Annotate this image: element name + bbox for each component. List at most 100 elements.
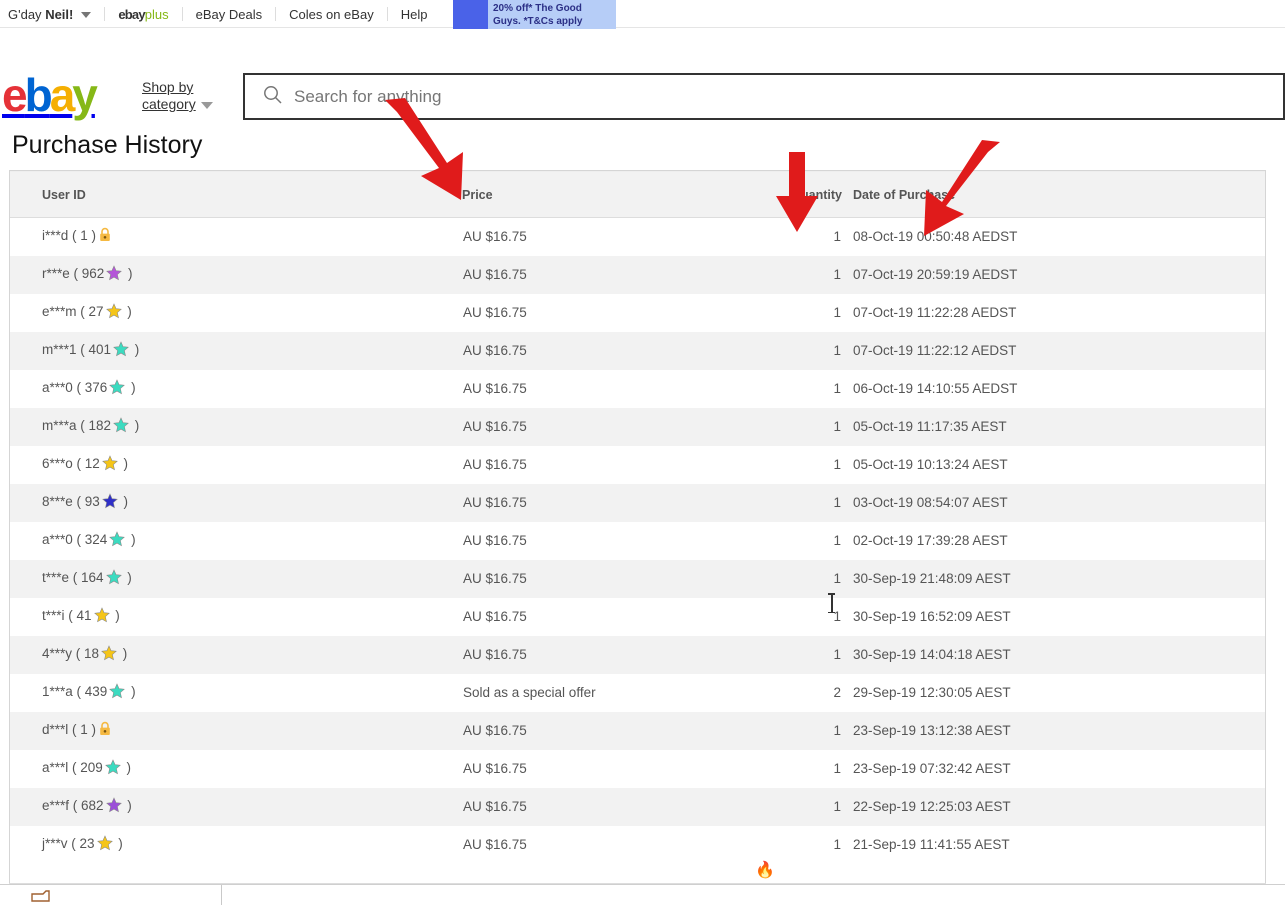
column-header-user-id[interactable]: User ID <box>10 171 462 218</box>
user-id-suffix: ) <box>127 684 136 699</box>
table-row[interactable]: a***0 ( 324 ) AU $16.75 1 02-Oct-19 17:39:2… <box>10 521 1265 560</box>
table-row[interactable]: 8***e ( 93 ) AU $16.75 1 03-Oct-19 08:54:07… <box>10 483 1265 522</box>
user-id-label: d***l ( 1 ) <box>42 722 97 737</box>
column-header-date-of-purchase[interactable]: Date of Purchase <box>842 171 1265 218</box>
cell-price: AU $16.75 <box>462 217 756 256</box>
feedback-star-icon <box>104 759 121 778</box>
cell-user-id[interactable]: a***l ( 209 ) <box>10 749 462 788</box>
user-id-label: 4***y ( 18 <box>42 646 100 661</box>
table-row[interactable]: m***1 ( 401 ) AU $16.75 1 07-Oct-19 11:22:1… <box>10 331 1265 370</box>
ebay-logo[interactable]: ebay <box>2 72 98 118</box>
lock-icon <box>98 227 112 246</box>
nav-link-ebay-plus[interactable]: ebayplus <box>118 7 168 22</box>
cell-user-id[interactable]: t***e ( 164 ) <box>10 559 462 598</box>
table-row[interactable]: 6***o ( 12 ) AU $16.75 1 05-Oct-19 10:13:24… <box>10 445 1265 484</box>
cell-user-id[interactable]: 8***e ( 93 ) <box>10 483 462 522</box>
cell-price: AU $16.75 <box>462 787 756 826</box>
chevron-down-icon <box>200 101 213 109</box>
cell-date-of-purchase: 07-Oct-19 20:59:19 AEDST <box>842 255 1265 294</box>
cell-quantity: 1 <box>756 331 842 370</box>
cell-date-of-purchase: 23-Sep-19 13:12:38 AEST <box>842 711 1265 750</box>
cell-user-id[interactable]: a***0 ( 324 ) <box>10 521 462 560</box>
cell-user-id[interactable]: r***e ( 962 ) <box>10 255 462 294</box>
user-id-suffix: ) <box>124 266 133 281</box>
promo-banner-ad[interactable]: 20% off* The Good Guys. *T&Cs apply <box>453 0 616 29</box>
table-row[interactable]: a***l ( 209 ) AU $16.75 1 23-Sep-19 07:32:4… <box>10 749 1265 788</box>
table-row[interactable]: 1***a ( 439 ) Sold as a special offer 2 29-… <box>10 673 1265 712</box>
table-header-row: User ID Price Quantity Date of Purchase <box>10 171 1265 218</box>
user-id-label: 1***a ( 439 <box>42 684 108 699</box>
cell-price: AU $16.75 <box>462 559 756 598</box>
greeting-account-menu[interactable]: G'day Neil! <box>8 7 92 22</box>
user-id-label: t***i ( 41 <box>42 608 92 623</box>
table-row[interactable]: t***i ( 41 ) AU $16.75 1 30-Sep-19 16:52:09… <box>10 597 1265 636</box>
cell-date-of-purchase: 05-Oct-19 11:17:35 AEST <box>842 407 1265 446</box>
cell-user-id[interactable]: d***l ( 1 ) <box>10 711 462 750</box>
table-row[interactable]: m***a ( 182 ) AU $16.75 1 05-Oct-19 11:17:3… <box>10 407 1265 446</box>
user-id-label: a***0 ( 324 <box>42 532 108 547</box>
nav-link-coles-on-ebay[interactable]: Coles on eBay <box>289 7 374 22</box>
table-row[interactable]: d***l ( 1 ) AU $16.75 1 23-Sep-19 13:12:38 … <box>10 711 1265 750</box>
user-id-suffix: ) <box>119 646 128 661</box>
cell-user-id[interactable]: 4***y ( 18 ) <box>10 635 462 674</box>
nav-link-ebay-deals[interactable]: eBay Deals <box>196 7 262 22</box>
window-icon[interactable] <box>31 890 51 904</box>
cell-date-of-purchase: 29-Sep-19 12:30:05 AEST <box>842 673 1265 712</box>
shop-by-category-button[interactable]: Shop by category <box>142 79 213 113</box>
cell-user-id[interactable]: e***m ( 27 ) <box>10 293 462 332</box>
cell-user-id[interactable]: j***v ( 23 ) <box>10 825 462 864</box>
table-row[interactable]: a***0 ( 376 ) AU $16.75 1 06-Oct-19 14:10:5… <box>10 369 1265 408</box>
table-row[interactable]: r***e ( 962 ) AU $16.75 1 07-Oct-19 20:59:1… <box>10 255 1265 294</box>
flame-icon: 🔥 <box>755 862 775 879</box>
table-row[interactable]: e***f ( 682 ) AU $16.75 1 22-Sep-19 12:25:0… <box>10 787 1265 826</box>
table-row[interactable]: 4***y ( 18 ) AU $16.75 1 30-Sep-19 14:04:18… <box>10 635 1265 674</box>
cell-user-id[interactable]: m***1 ( 401 ) <box>10 331 462 370</box>
user-id-label: e***m ( 27 <box>42 304 104 319</box>
cell-user-id[interactable]: t***i ( 41 ) <box>10 597 462 636</box>
cell-user-id[interactable]: a***0 ( 376 ) <box>10 369 462 408</box>
cell-quantity: 1 <box>756 293 842 332</box>
cell-user-id[interactable]: e***f ( 682 ) <box>10 787 462 826</box>
table-row[interactable]: t***e ( 164 ) AU $16.75 1 30-Sep-19 21:48:0… <box>10 559 1265 598</box>
user-id-label: 8***e ( 93 <box>42 494 100 509</box>
logo-letter-y: y <box>72 69 98 121</box>
divider <box>104 7 106 21</box>
feedback-star-icon <box>109 683 126 702</box>
shop-by-category-line1: Shop by <box>142 79 194 95</box>
user-id-suffix: ) <box>131 342 140 357</box>
table-header: User ID Price Quantity Date of Purchase <box>10 171 1265 218</box>
feedback-star-icon <box>105 797 122 816</box>
user-id-suffix: ) <box>123 570 132 585</box>
user-id-label: t***e ( 164 <box>42 570 104 585</box>
table-row[interactable]: i***d ( 1 ) AU $16.75 1 08-Oct-19 00:50:48 … <box>10 217 1265 256</box>
feedback-star-icon <box>105 303 122 322</box>
cell-quantity: 1 <box>756 825 842 864</box>
nav-link-help[interactable]: Help <box>401 7 428 22</box>
cell-user-id[interactable]: 1***a ( 439 ) <box>10 673 462 712</box>
cell-price: AU $16.75 <box>462 825 756 864</box>
column-header-quantity[interactable]: Quantity <box>756 171 842 218</box>
promo-banner-line2: Guys. *T&Cs apply <box>493 16 583 27</box>
promo-banner-text: 20% off* The Good Guys. *T&Cs apply <box>488 0 616 29</box>
shop-by-category-line2: category <box>142 96 196 112</box>
cell-quantity: 1 <box>756 483 842 522</box>
user-id-label: j***v ( 23 <box>42 836 95 851</box>
column-header-price[interactable]: Price <box>462 171 756 218</box>
cell-user-id[interactable]: 6***o ( 12 ) <box>10 445 462 484</box>
cell-price: AU $16.75 <box>462 445 756 484</box>
cell-quantity: 1 <box>756 749 842 788</box>
table-row[interactable]: e***m ( 27 ) AU $16.75 1 07-Oct-19 11:22:28… <box>10 293 1265 332</box>
feedback-star-icon <box>113 417 129 436</box>
feedback-star-icon <box>101 455 118 474</box>
cell-user-id[interactable]: m***a ( 182 ) <box>10 407 462 446</box>
feedback-star-icon <box>105 569 122 588</box>
cell-user-id[interactable]: i***d ( 1 ) <box>10 217 462 256</box>
search-input[interactable]: Search for anything <box>294 87 441 107</box>
divider <box>221 885 222 905</box>
promo-banner-line1: 20% off* The Good <box>493 3 582 14</box>
user-id-suffix: ) <box>123 798 132 813</box>
cell-quantity: 1 <box>756 217 842 256</box>
table-row[interactable]: j***v ( 23 ) AU $16.75 1 21-Sep-19 11:41:55… <box>10 825 1265 864</box>
lock-icon <box>98 721 112 740</box>
search-bar[interactable]: Search for anything <box>243 73 1285 120</box>
